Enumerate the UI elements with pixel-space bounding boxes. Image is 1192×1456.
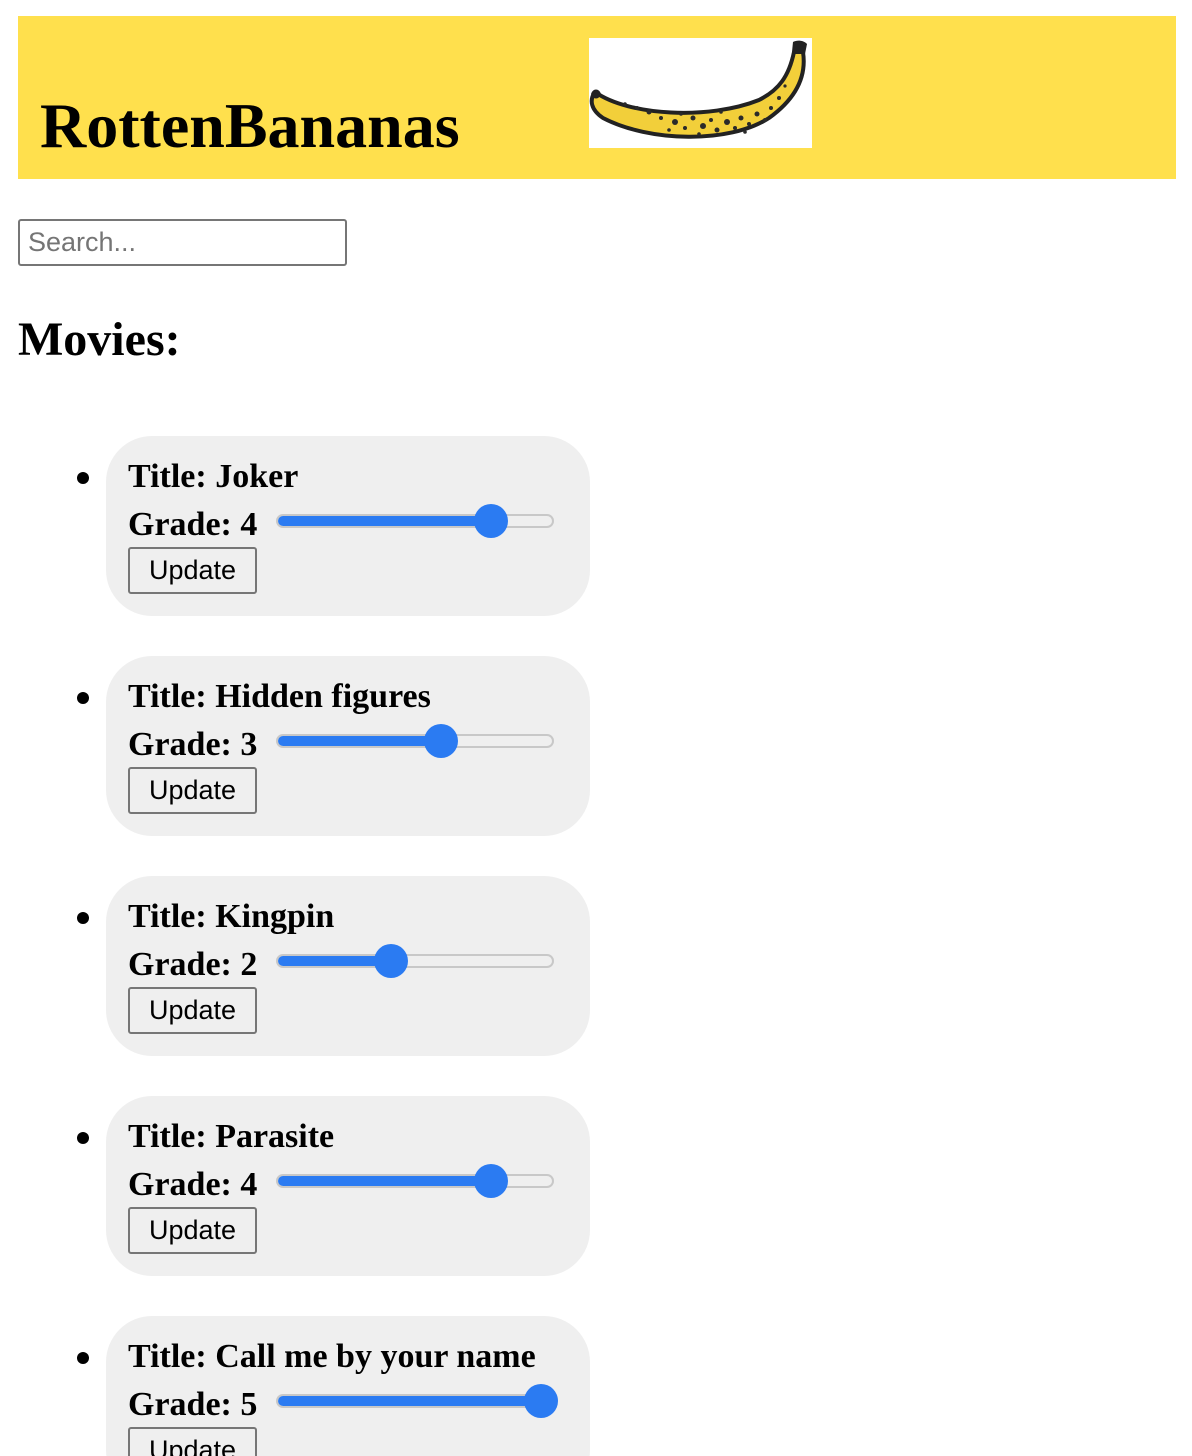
update-button[interactable]: Update (128, 767, 257, 814)
grade-slider-thumb[interactable] (424, 724, 458, 758)
movie-grade-label: Grade: 5 (128, 1386, 258, 1423)
grade-slider-track (276, 1174, 554, 1188)
grade-slider-thumb[interactable] (374, 944, 408, 978)
update-button[interactable]: Update (128, 1207, 257, 1254)
bullet-icon (77, 692, 89, 704)
movie-list-item: Title: Hidden figures Grade: 3 Update (0, 656, 600, 836)
movie-grade-label: Grade: 4 (128, 506, 258, 543)
bullet-icon (77, 912, 89, 924)
banana-icon (589, 38, 812, 148)
movie-title: Title: Call me by your name (128, 1338, 536, 1375)
update-button[interactable]: Update (128, 547, 257, 594)
movie-grade-label: Grade: 4 (128, 1166, 258, 1203)
movie-card: Title: Kingpin Grade: 2 Update (106, 876, 590, 1056)
movie-card: Title: Joker Grade: 4 Update (106, 436, 590, 616)
movie-card: Title: Hidden figures Grade: 3 Update (106, 656, 590, 836)
grade-slider-fill (278, 736, 443, 746)
grade-slider-track (276, 514, 554, 528)
grade-slider-thumb[interactable] (474, 504, 508, 538)
grade-slider[interactable] (274, 1384, 558, 1418)
grade-slider-track (276, 954, 554, 968)
movie-title: Title: Parasite (128, 1118, 335, 1155)
search-input[interactable] (18, 219, 347, 266)
grade-slider-thumb[interactable] (474, 1164, 508, 1198)
movie-title: Title: Hidden figures (128, 678, 431, 715)
grade-slider-track (276, 734, 554, 748)
grade-slider[interactable] (274, 1164, 558, 1198)
update-button[interactable]: Update (128, 1427, 257, 1456)
movie-list-item: Title: Parasite Grade: 4 Update (0, 1096, 600, 1276)
movie-card: Title: Call me by your name Grade: 5 Upd… (106, 1316, 590, 1456)
movie-list-item: Title: Call me by your name Grade: 5 Upd… (0, 1316, 600, 1456)
movie-grade-label: Grade: 3 (128, 726, 258, 763)
update-button[interactable]: Update (128, 987, 257, 1034)
grade-slider[interactable] (274, 944, 558, 978)
movies-heading: Movies: (18, 313, 181, 366)
movie-card: Title: Parasite Grade: 4 Update (106, 1096, 590, 1276)
movie-title: Title: Joker (128, 458, 299, 495)
grade-slider-fill (278, 516, 493, 526)
grade-slider-thumb[interactable] (524, 1384, 558, 1418)
site-title: RottenBananas (40, 90, 460, 161)
grade-slider-track (276, 1394, 554, 1408)
grade-slider-fill (278, 1396, 543, 1406)
bullet-icon (77, 472, 89, 484)
movie-list-item: Title: Joker Grade: 4 Update (0, 436, 600, 616)
movie-list-item: Title: Kingpin Grade: 2 Update (0, 876, 600, 1056)
grade-slider[interactable] (274, 504, 558, 538)
bullet-icon (77, 1352, 89, 1364)
movie-grade-label: Grade: 2 (128, 946, 258, 983)
bullet-icon (77, 1132, 89, 1144)
site-header: RottenBananas (18, 16, 1176, 179)
movie-title: Title: Kingpin (128, 898, 335, 935)
grade-slider[interactable] (274, 724, 558, 758)
grade-slider-fill (278, 1176, 493, 1186)
